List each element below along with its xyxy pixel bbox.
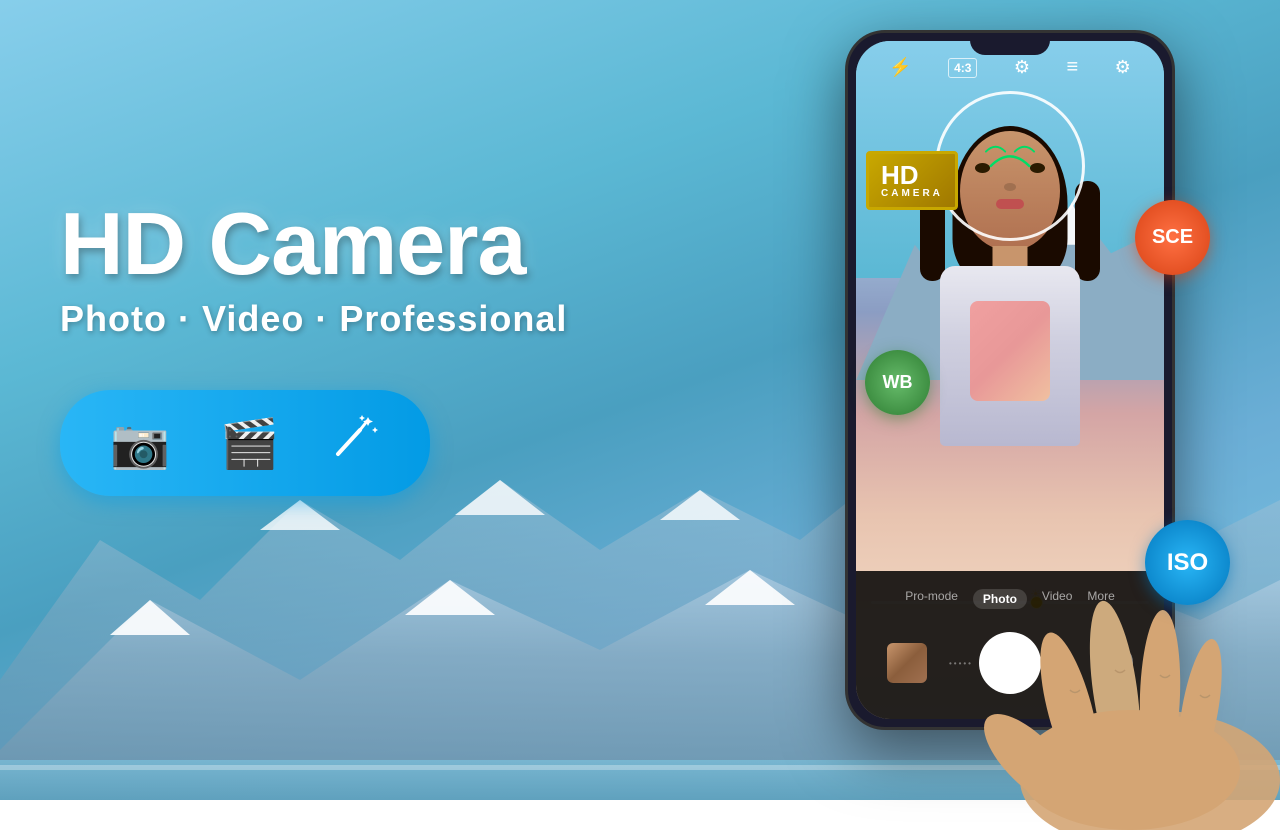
left-content: HD Camera Photo · Video · Professional 📷… xyxy=(60,200,660,496)
hd-logo-camera-text: CAMERA xyxy=(881,188,943,199)
camera-top-bar: ⚡ 4:3 ⚙ ≡ ⚙ xyxy=(856,56,1164,79)
flash-icon[interactable]: ⚡ xyxy=(889,57,911,78)
aspect-ratio[interactable]: 4:3 xyxy=(948,58,977,78)
menu-icon[interactable]: ≡ xyxy=(1066,56,1078,79)
phone-area: WB SCE ISO xyxy=(800,30,1220,770)
camera-feature-icon: 📷 xyxy=(110,415,170,472)
video-feature-icon: 🎬 xyxy=(220,415,280,472)
hd-logo-hd-text: HD xyxy=(881,162,943,188)
magic-feature-icon xyxy=(330,412,380,474)
wb-badge: WB xyxy=(865,350,930,415)
sce-badge: SCE xyxy=(1135,200,1210,275)
phone-notch xyxy=(970,33,1050,55)
iso-badge: ISO xyxy=(1145,520,1230,605)
hand-svg xyxy=(950,380,1280,830)
filter-icon[interactable]: ⚙ xyxy=(1014,57,1030,78)
gallery-thumb[interactable] xyxy=(887,643,927,683)
hd-logo: HD CAMERA xyxy=(866,151,958,210)
settings-icon[interactable]: ⚙ xyxy=(1115,57,1131,78)
feature-pill[interactable]: 📷 🎬 xyxy=(60,390,430,496)
app-title: HD Camera xyxy=(60,200,660,288)
app-subtitle: Photo · Video · Professional xyxy=(60,298,660,340)
